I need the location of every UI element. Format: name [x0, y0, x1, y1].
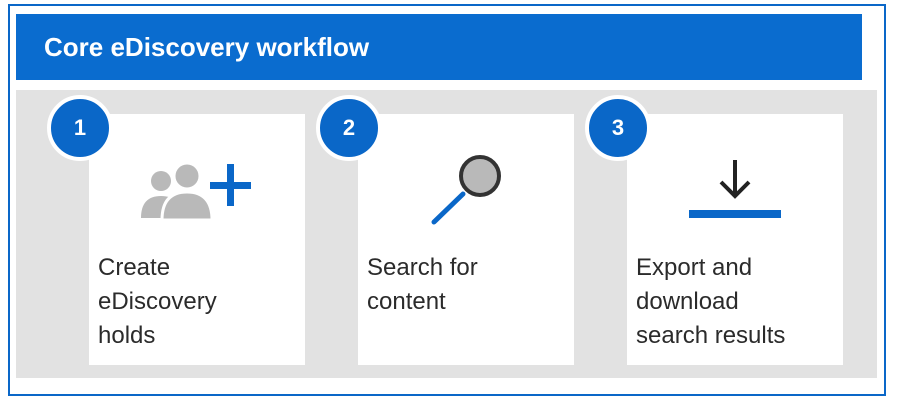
step-label-line: content [367, 288, 446, 315]
step-label-line: download [636, 288, 739, 315]
step-card-1: 1 Create eDiscovery holds [47, 95, 305, 365]
step-label: Search for content [367, 251, 567, 319]
step-label-line: Search for [367, 254, 478, 281]
add-people-icon [141, 161, 251, 222]
step-label-line: Export and [636, 254, 753, 281]
step-label: Create eDiscovery holds [98, 251, 298, 353]
workflow-steps-panel: 1 Create eDiscovery holds 2 Search for c… [16, 90, 877, 378]
step-label-line: eDiscovery [98, 288, 217, 315]
step-card-3: 3 Export and download search results [585, 95, 843, 365]
step-label: Export and download search results [636, 251, 836, 353]
step-number-badge: 3 [585, 95, 651, 161]
step-label-line: Create [98, 254, 171, 281]
step-label-line: holds [98, 322, 156, 349]
workflow-title: Core eDiscovery workflow [16, 14, 862, 80]
step-card-2: 2 Search for content [316, 95, 574, 365]
download-icon [689, 160, 781, 218]
step-label-line: search results [636, 322, 786, 349]
step-number-badge: 2 [316, 95, 382, 161]
step-number-badge: 1 [47, 95, 113, 161]
search-icon [431, 155, 501, 225]
